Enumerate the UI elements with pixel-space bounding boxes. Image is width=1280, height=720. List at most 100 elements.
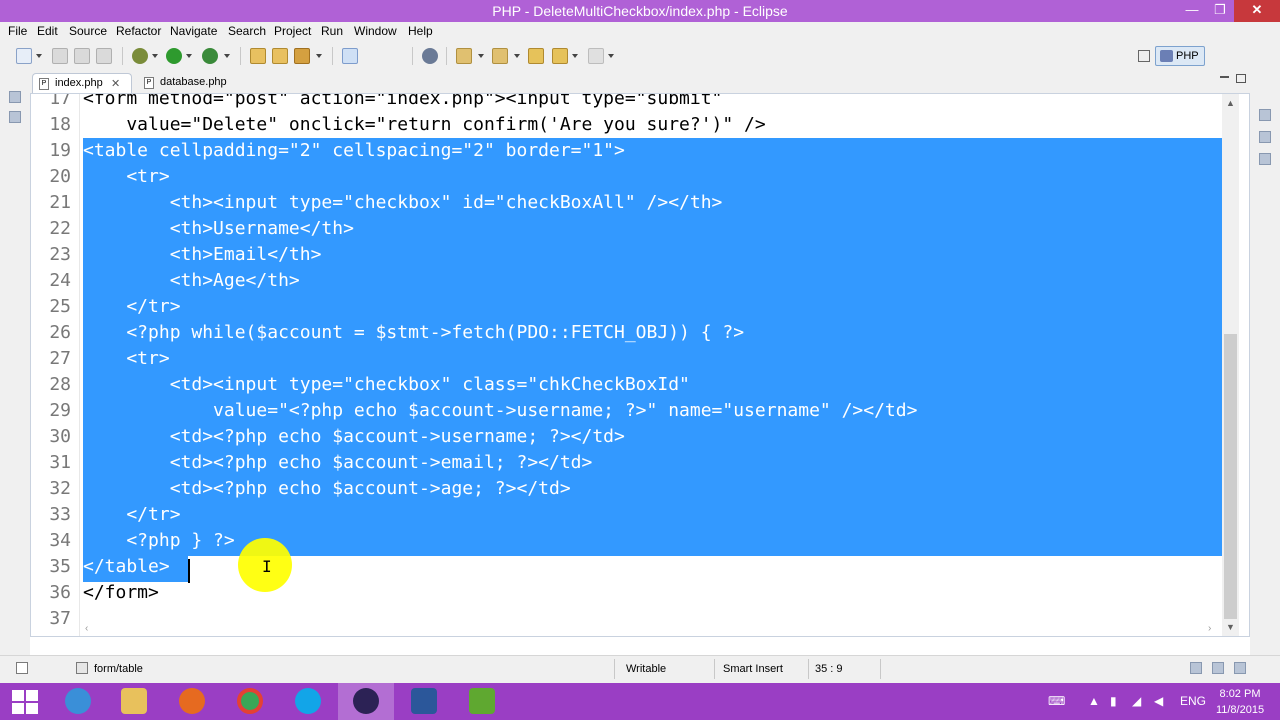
project-explorer-icon[interactable] [9,111,21,123]
maximize-button[interactable]: ❐ [1206,0,1234,22]
run-icon[interactable] [166,48,182,64]
breadcrumb-icon [76,662,88,674]
minimize-editor-icon[interactable] [1220,76,1229,78]
taskbar-file-explorer[interactable] [106,683,162,720]
minimize-button[interactable]: — [1178,0,1206,22]
taskbar-firefox[interactable] [164,683,220,720]
save-all-icon[interactable] [74,48,90,64]
perspective-php-button[interactable]: PHP [1155,46,1205,66]
clock-date[interactable]: 11/8/2015 [1214,704,1266,716]
debug-icon[interactable] [132,48,148,64]
back-icon[interactable] [552,48,568,64]
browser-icon[interactable] [422,48,438,64]
fast-view-icon[interactable] [16,662,28,674]
chevron-down-icon[interactable] [608,54,614,58]
show-hidden-icons-icon[interactable]: ▲ [1088,694,1100,708]
line-number: 30 [49,426,71,447]
task-list-icon[interactable] [1259,131,1271,143]
code-line: <?php while($account = $stmt->fetch(PDO:… [83,322,745,343]
code-line: value="Delete" onclick="return confirm('… [83,114,766,135]
scroll-left-icon[interactable]: ‹ [85,623,88,634]
insert-mode-status: Smart Insert [723,663,783,675]
vertical-scrollbar[interactable]: ▲ ▼ [1222,94,1239,636]
close-button[interactable]: ✕ [1234,0,1280,22]
menu-edit[interactable]: Edit [37,24,58,38]
open-perspective-icon[interactable] [1138,50,1150,62]
minimize-icon[interactable] [1190,662,1202,674]
maximize-editor-icon[interactable] [1236,74,1246,83]
code-line: <th><input type="checkbox" id="checkBoxA… [83,192,723,213]
battery-icon[interactable]: ▮ [1110,694,1117,708]
next-annotation-icon[interactable] [456,48,472,64]
problems-view-icon[interactable] [1259,153,1271,165]
taskbar-skype[interactable] [280,683,336,720]
toolbar-separator [446,47,447,65]
volume-icon[interactable]: ◀ [1154,694,1163,708]
menu-help[interactable]: Help [408,24,433,38]
taskbar-internet-explorer[interactable] [50,683,106,720]
menu-file[interactable]: File [8,24,27,38]
external-tools-icon[interactable] [202,48,218,64]
scroll-up-icon[interactable]: ▲ [1226,98,1235,108]
scroll-right-icon[interactable]: › [1208,623,1211,634]
taskbar-eclipse[interactable] [338,683,394,720]
print-icon[interactable] [96,48,112,64]
chevron-down-icon[interactable] [478,54,484,58]
scrollbar-thumb[interactable] [1224,334,1237,619]
menu-run[interactable]: Run [321,24,343,38]
php-perspective-icon [1160,50,1173,62]
tab-database-php[interactable]: P database.php [138,73,248,93]
input-language[interactable]: ENG [1180,694,1206,708]
open-type-icon[interactable] [250,48,266,64]
open-resource-icon[interactable] [272,48,288,64]
chevron-down-icon[interactable] [186,54,192,58]
window-title-bar: PHP - DeleteMultiCheckbox/index.php - Ec… [0,0,1280,22]
clock-time[interactable]: 8:02 PM [1218,688,1262,700]
menu-window[interactable]: Window [354,24,397,38]
text-caret [188,559,190,583]
code-editor[interactable]: 17 <form method="post" action="index.php… [30,93,1250,637]
close-icon[interactable]: ✕ [111,77,120,90]
new-file-icon[interactable] [16,48,32,64]
chevron-down-icon[interactable] [514,54,520,58]
taskbar-video-recorder[interactable] [454,683,510,720]
chevron-down-icon[interactable] [36,54,42,58]
code-line: <td><?php echo $account->email; ?></td> [83,452,593,473]
taskbar-word[interactable] [396,683,452,720]
windows-logo-icon [12,703,24,714]
network-icon[interactable]: ◢ [1132,694,1141,708]
outline-icon[interactable] [1212,662,1224,674]
scroll-down-icon[interactable]: ▼ [1226,622,1235,632]
save-icon[interactable] [52,48,68,64]
windows-start-button[interactable] [12,690,38,714]
code-line: <td><input type="checkbox" class="chkChe… [83,374,690,395]
chevron-down-icon[interactable] [572,54,578,58]
menu-project[interactable]: Project [274,24,311,38]
keyboard-icon[interactable]: ⌨ [1048,694,1065,708]
chevron-down-icon[interactable] [152,54,158,58]
tab-index-php[interactable]: P index.php ✕ [32,73,132,93]
writable-status: Writable [626,663,667,675]
chevron-down-icon[interactable] [316,54,322,58]
code-line: <th>Username</th> [83,218,354,239]
toggle-mark-occurrences-icon[interactable] [342,48,358,64]
horizontal-scrollbar[interactable]: ‹ › [83,621,1222,636]
menu-navigate[interactable]: Navigate [170,24,217,38]
menu-search[interactable]: Search [228,24,266,38]
taskbar-chrome[interactable] [222,683,278,720]
last-edit-location-icon[interactable] [528,48,544,64]
search-icon[interactable] [294,48,310,64]
breadcrumb[interactable]: form/table [94,663,143,675]
restore-icon[interactable] [9,91,21,103]
chevron-down-icon[interactable] [224,54,230,58]
menu-refactor[interactable]: Refactor [116,24,161,38]
maximize-icon[interactable] [1234,662,1246,674]
right-trim-stack [1250,71,1280,655]
forward-icon[interactable] [588,48,604,64]
outline-view-icon[interactable] [1259,109,1271,121]
line-number: 33 [49,504,71,525]
code-line: <?php } ?> [83,530,235,551]
previous-annotation-icon[interactable] [492,48,508,64]
window-title: PHP - DeleteMultiCheckbox/index.php - Ec… [492,3,788,19]
menu-source[interactable]: Source [69,24,107,38]
